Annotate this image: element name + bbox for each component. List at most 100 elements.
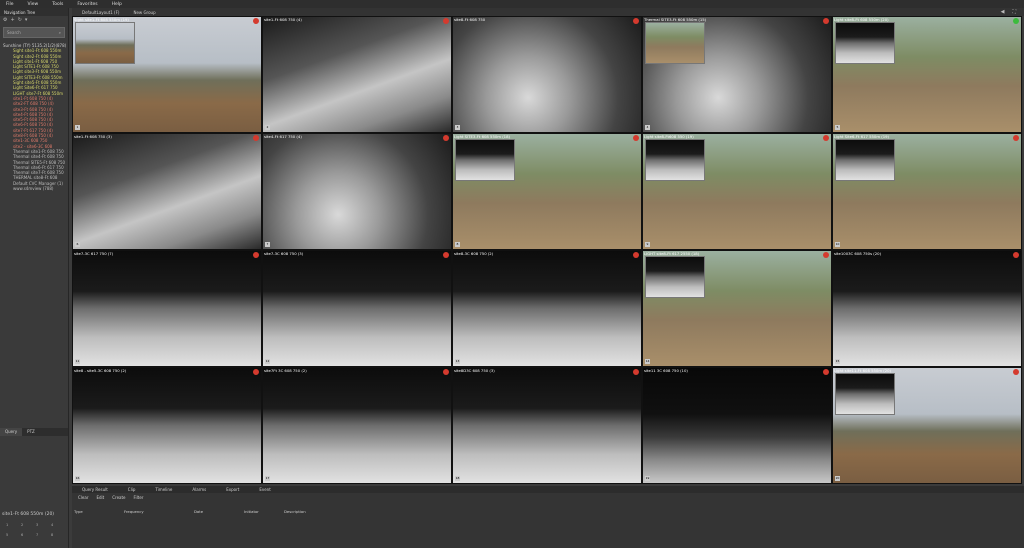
camera-tile[interactable]: site7Ft 3C 608 750 (2) 17 xyxy=(262,367,452,484)
edit-button[interactable]: Edit xyxy=(96,495,104,500)
picture-in-picture[interactable] xyxy=(455,139,515,181)
picture-in-picture[interactable] xyxy=(75,22,135,64)
camera-feed[interactable] xyxy=(643,368,831,483)
tab-ptz[interactable]: PTZ xyxy=(22,428,40,436)
tree-item[interactable]: Light site3-Ft 608 550m xyxy=(3,69,68,74)
preset-button[interactable]: 3 xyxy=(36,523,51,527)
camera-tile[interactable]: site7-3C 617 750 (7) 11 xyxy=(72,250,262,367)
camera-tile[interactable]: site8-3C 608 750 (2) 13 xyxy=(452,250,642,367)
camera-feed[interactable] xyxy=(73,134,261,249)
picture-in-picture[interactable] xyxy=(835,373,895,415)
camera-feed[interactable] xyxy=(833,251,1021,366)
camera-tile[interactable]: Light site11-Ft 608 550m (20) 20 xyxy=(832,367,1022,484)
preset-button[interactable]: 5 xyxy=(6,533,21,537)
tab-query[interactable]: Query xyxy=(0,428,23,436)
tree-item[interactable]: Sight site1-Ft 608 550m xyxy=(3,48,68,53)
preset-button[interactable]: 2 xyxy=(21,523,36,527)
fullscreen-icon[interactable]: ⛶ xyxy=(1012,9,1016,15)
create-button[interactable]: Create xyxy=(112,495,125,500)
column-header-type[interactable]: Type xyxy=(74,509,124,514)
add-icon[interactable]: + xyxy=(10,17,14,23)
gear-icon[interactable]: ⚙ xyxy=(3,17,7,23)
tile-number: 11 xyxy=(75,359,80,364)
event-table-header: Type Frequency Date Initiator Description xyxy=(72,508,1024,515)
camera-feed[interactable] xyxy=(263,251,451,366)
camera-tile[interactable]: Light site8-Ft608 550 (19) 9 xyxy=(642,133,832,250)
nav-toolbar: ⚙ + ↻ ▾ xyxy=(0,16,68,24)
camera-feed[interactable] xyxy=(263,368,451,483)
tab-alarms[interactable]: Alarms xyxy=(182,486,216,493)
picture-in-picture[interactable] xyxy=(835,139,895,181)
camera-tile[interactable]: site8D3C 608 750 (3) 18 xyxy=(452,367,642,484)
camera-caption: Sight site1-Ft 608 550m (19) xyxy=(74,17,129,22)
camera-caption: site4-Ft 617 750 (4) xyxy=(264,134,302,139)
camera-tile[interactable]: LIGHT site8-Ft 617 2550 (18) 14 xyxy=(642,250,832,367)
picture-in-picture[interactable] xyxy=(835,22,895,64)
tree-item[interactable]: Thermal site4-Ft 608 750 xyxy=(3,154,68,159)
search-icon[interactable]: ⌕ xyxy=(59,30,61,35)
menu-item-file[interactable]: File xyxy=(6,2,14,7)
tab-query-result[interactable]: Query Result xyxy=(72,486,118,493)
tab-new-group[interactable]: New Group xyxy=(129,10,159,15)
camera-tile[interactable]: site8 - site5-3C 608 750 (2) 16 xyxy=(72,367,262,484)
tree-item[interactable]: www.s4mview (788) xyxy=(3,186,68,191)
tab-default-layout[interactable]: DefaultLayout1 (F) xyxy=(78,10,123,15)
picture-in-picture[interactable] xyxy=(645,22,705,64)
camera-tile[interactable]: Light site8-Ft 608 550m (20) 5 xyxy=(832,16,1022,133)
clear-button[interactable]: Clear xyxy=(78,495,88,500)
tab-clip[interactable]: Clip xyxy=(118,486,146,493)
picture-in-picture[interactable] xyxy=(645,256,705,298)
tile-number: 4 xyxy=(645,125,650,130)
camera-tile[interactable]: site1-Ft 608 750 (3) 6 xyxy=(72,133,262,250)
selected-camera-label: site1-Ft 608 550m (20) xyxy=(2,512,55,517)
tab-export[interactable]: Export xyxy=(216,486,249,493)
camera-feed[interactable] xyxy=(73,368,261,483)
preset-button[interactable]: 1 xyxy=(6,523,21,527)
menu-item-favorites[interactable]: Favorites xyxy=(77,2,97,7)
chevron-down-icon[interactable]: ▾ xyxy=(25,17,28,23)
column-header-frequency[interactable]: Frequency xyxy=(124,509,194,514)
camera-caption: site7-3C 608 750 (3) xyxy=(264,251,304,256)
camera-feed[interactable] xyxy=(263,134,451,249)
camera-feed[interactable] xyxy=(73,251,261,366)
refresh-icon[interactable]: ↻ xyxy=(18,17,22,23)
camera-feed[interactable] xyxy=(453,368,641,483)
tab-event[interactable]: Event xyxy=(249,486,280,493)
camera-tile[interactable]: site4-Ft 617 750 (4) 7 xyxy=(262,133,452,250)
camera-tile[interactable]: Light SITE3-Ft 608 550m (18) 8 xyxy=(452,133,642,250)
camera-tile[interactable]: site7-3C 608 750 (3) 12 xyxy=(262,250,452,367)
camera-tile[interactable]: site1003C 608 750s (20) 15 xyxy=(832,250,1022,367)
preset-button[interactable]: 4 xyxy=(51,523,66,527)
back-icon[interactable]: ◀ xyxy=(1001,9,1005,15)
preset-button[interactable]: 6 xyxy=(21,533,36,537)
record-status-icon xyxy=(633,18,639,24)
preset-button[interactable]: 8 xyxy=(51,533,66,537)
column-header-date[interactable]: Date xyxy=(194,509,244,514)
preset-button[interactable]: 7 xyxy=(36,533,51,537)
tab-timeline[interactable]: Timeline xyxy=(145,486,182,493)
camera-tile[interactable]: Sight site1-Ft 608 550m (19) 1 xyxy=(72,16,262,133)
camera-tile[interactable]: Thermal SITE3-Ft 608 550m (15) 4 xyxy=(642,16,832,133)
search-input[interactable]: Search ⌕ xyxy=(3,27,65,38)
filter-button[interactable]: Filter xyxy=(134,495,144,500)
picture-in-picture[interactable] xyxy=(645,139,705,181)
menu-item-tools[interactable]: Tools xyxy=(52,2,63,7)
camera-tile[interactable]: site11 3C 608 750 (10) 19 xyxy=(642,367,832,484)
menu-item-help[interactable]: Help xyxy=(112,2,122,7)
tile-number: 7 xyxy=(265,242,270,247)
camera-tile[interactable]: site1-Ft 608 750 (4) 2 xyxy=(262,16,452,133)
column-header-description[interactable]: Description xyxy=(284,509,484,514)
record-status-icon xyxy=(443,135,449,141)
camera-caption: Light site11-Ft 608 550m (20) xyxy=(834,368,892,373)
menu-item-view[interactable]: View xyxy=(28,2,39,7)
camera-feed[interactable] xyxy=(263,17,451,132)
camera-feed[interactable] xyxy=(453,251,641,366)
record-status-icon xyxy=(1013,369,1019,375)
tile-number: 1 xyxy=(75,125,80,130)
window-controls: ◀ ⛶ xyxy=(1001,9,1016,15)
camera-tile[interactable]: site8-Ft 608 750 3 xyxy=(452,16,642,133)
camera-tile[interactable]: Light Site6-Ft 617 550m (19) 10 xyxy=(832,133,1022,250)
record-status-icon xyxy=(823,135,829,141)
column-header-initiator[interactable]: Initiator xyxy=(244,509,284,514)
camera-feed[interactable] xyxy=(453,17,641,132)
